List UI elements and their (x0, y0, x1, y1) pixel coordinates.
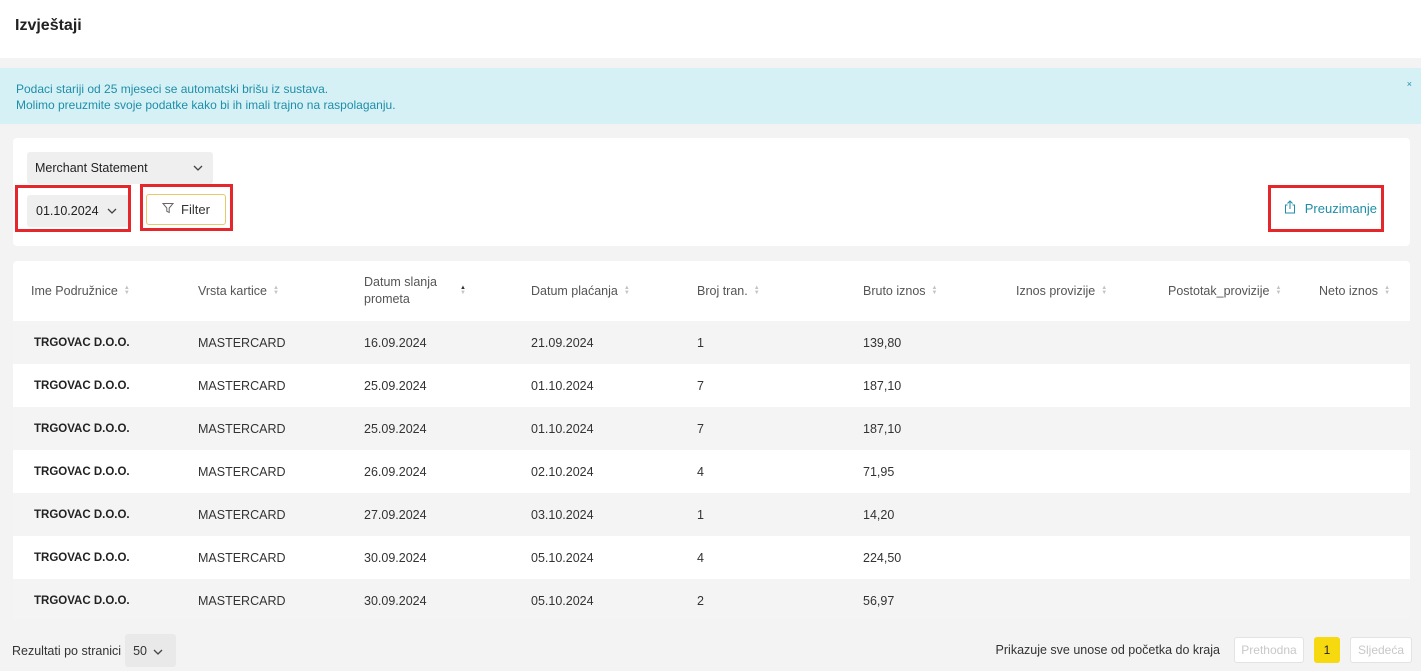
date-value: 01.10.2024 (36, 204, 99, 218)
next-page-button[interactable]: Sljedeća (1350, 637, 1412, 663)
column-header-commission-percent[interactable]: Postotak_provizije ▲ ▼ (1168, 261, 1281, 321)
download-button[interactable]: Preuzimanje (1284, 200, 1377, 217)
sort-icon: ▲ ▼ (623, 285, 630, 296)
sort-icon: ▲ ▼ (273, 285, 279, 296)
sort-icon: ▲ ▼ (460, 285, 466, 296)
chevron-down-icon (193, 163, 203, 174)
controls-card: Merchant Statement 01.10.2024 Filter Pre… (13, 138, 1410, 246)
filter-button[interactable]: Filter (146, 194, 226, 225)
pagination-info: Prikazuje sve unose od početka do kraja (995, 643, 1220, 657)
column-header-transaction-count[interactable]: Broj tran. ▲ ▼ (697, 261, 760, 321)
close-icon[interactable]: × (1407, 76, 1412, 92)
download-label: Preuzimanje (1304, 201, 1377, 216)
table-row[interactable]: TRGOVAC D.O.O. MASTERCARD 25.09.2024 01.… (13, 364, 1410, 407)
per-page-select[interactable]: 50 (125, 634, 177, 667)
column-header-branch[interactable]: Ime Podružnice ▲ ▼ (31, 261, 130, 321)
page-title: Izvještaji (15, 17, 82, 34)
date-select[interactable]: 01.10.2024 (27, 195, 129, 227)
report-type-select[interactable]: Merchant Statement (27, 152, 213, 184)
table-row[interactable]: TRGOVAC D.O.O. MASTERCARD 25.09.2024 01.… (13, 407, 1410, 450)
per-page-value: 50 (133, 643, 147, 658)
column-header-submission-date[interactable]: Datum slanja prometa ▲ ▼ (364, 261, 466, 321)
filter-icon (161, 202, 175, 217)
chevron-down-icon (153, 644, 163, 658)
filter-label: Filter (181, 202, 210, 217)
table-row[interactable]: TRGOVAC D.O.O. MASTERCARD 30.09.2024 05.… (13, 536, 1410, 579)
sort-icon: ▲ ▼ (1384, 285, 1391, 296)
share-icon (1284, 200, 1296, 217)
pagination: Prikazuje sve unose od početka do kraja … (996, 637, 1412, 663)
page-1-button[interactable]: 1 (1314, 637, 1340, 663)
sort-icon: ▲ ▼ (931, 285, 938, 296)
page-header: Izvještaji (0, 0, 1421, 58)
table-row[interactable]: TRGOVAC D.O.O. MASTERCARD 30.09.2024 05.… (13, 579, 1410, 619)
report-type-value: Merchant Statement (35, 161, 148, 175)
chevron-down-icon (107, 206, 117, 217)
table-row[interactable]: TRGOVAC D.O.O. MASTERCARD 16.09.2024 21.… (13, 321, 1410, 364)
column-header-net-amount[interactable]: Neto iznos ▲ ▼ (1319, 261, 1390, 321)
table-row[interactable]: TRGOVAC D.O.O. MASTERCARD 26.09.2024 02.… (13, 450, 1410, 493)
alert-line-2: Molimo preuzmite svoje podatke kako bi i… (16, 98, 396, 112)
column-header-gross-amount[interactable]: Bruto iznos ▲ ▼ (863, 261, 937, 321)
sort-icon: ▲ ▼ (753, 285, 760, 296)
column-header-payment-date[interactable]: Datum plaćanja ▲ ▼ (531, 261, 630, 321)
column-header-card-type[interactable]: Vrsta kartice ▲ ▼ (198, 261, 279, 321)
statement-table: Ime Podružnice ▲ ▼ Vrsta kartice ▲ ▼ Datum… (13, 261, 1410, 619)
sort-icon: ▲ ▼ (1101, 285, 1108, 296)
column-header-commission-amount[interactable]: Iznos provizije ▲ ▼ (1016, 261, 1107, 321)
sort-icon: ▲ ▼ (1275, 285, 1282, 296)
alert-line-1: Podaci stariji od 25 mjeseci se automats… (16, 82, 329, 96)
table-row[interactable]: TRGOVAC D.O.O. MASTERCARD 27.09.2024 03.… (13, 493, 1410, 536)
table-header: Ime Podružnice ▲ ▼ Vrsta kartice ▲ ▼ Datum… (13, 261, 1410, 321)
prev-page-button[interactable]: Prethodna (1234, 637, 1304, 663)
sort-icon: ▲ ▼ (123, 285, 130, 296)
per-page-label: Rezultati po stranici (12, 643, 122, 658)
results-per-page: Rezultati po stranici 50 (12, 634, 177, 667)
info-alert: Podaci stariji od 25 mjeseci se automats… (0, 68, 1421, 124)
